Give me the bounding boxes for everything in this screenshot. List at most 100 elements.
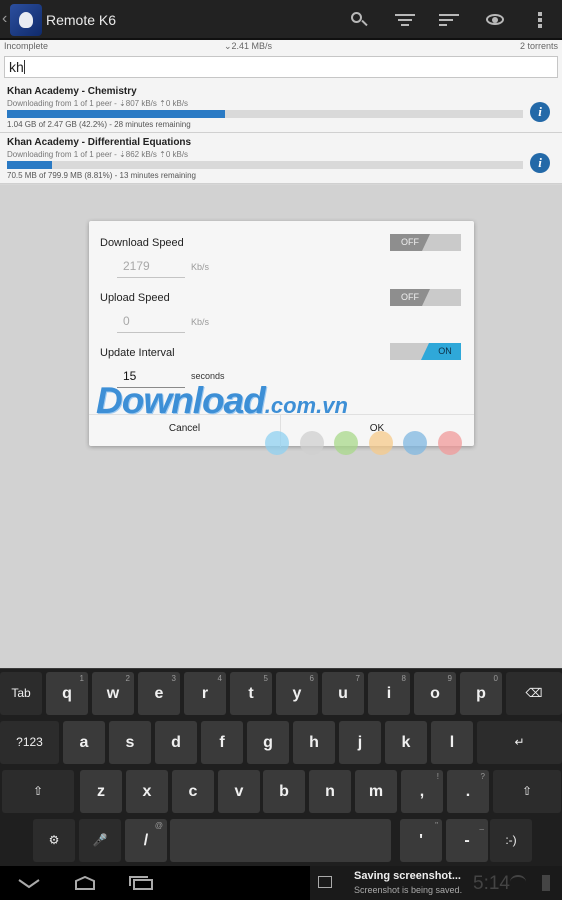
chevron-left-icon[interactable]: ‹ — [2, 10, 7, 28]
key-v[interactable]: v — [218, 770, 260, 813]
home-nav-icon[interactable] — [72, 876, 98, 890]
key-hint: 7 — [355, 674, 360, 683]
overflow-menu-icon[interactable] — [530, 10, 552, 30]
image-icon — [318, 876, 332, 888]
key-u[interactable]: u7 — [322, 672, 364, 715]
key-label: / — [143, 832, 149, 849]
upload-speed-toggle[interactable]: OFF — [390, 289, 461, 306]
shift-key[interactable]: ⇧ — [2, 770, 74, 813]
shift-key[interactable]: ⇧ — [493, 770, 561, 813]
torrent-meta: 70.5 MB of 799.9 MB (8.81%) - 13 minutes… — [7, 171, 196, 180]
key-f[interactable]: f — [201, 721, 243, 764]
sort-icon[interactable] — [438, 10, 460, 30]
app-logo[interactable] — [10, 4, 42, 36]
key-hint: ! — [436, 772, 439, 781]
key-label: ' — [419, 832, 423, 849]
key-label: v — [234, 783, 244, 800]
screenshot-notification[interactable]: Saving screenshot... Screenshot is being… — [310, 866, 562, 900]
key-x[interactable]: x — [126, 770, 168, 813]
recents-nav-icon[interactable] — [128, 876, 154, 890]
dash-key[interactable]: - _ — [446, 819, 488, 862]
search-input[interactable]: kh — [4, 56, 558, 78]
download-speed-input[interactable]: 2179 — [117, 256, 185, 278]
key-label: u — [338, 685, 348, 702]
key-g[interactable]: g — [247, 721, 289, 764]
search-value: kh — [9, 59, 24, 75]
symbols-key[interactable]: ?123 — [0, 721, 59, 764]
key-i[interactable]: i8 — [368, 672, 410, 715]
key-hint: 2 — [125, 674, 130, 683]
upload-speed-unit: Kb/s — [191, 317, 210, 327]
filter-label[interactable]: Incomplete — [4, 41, 48, 51]
key-m[interactable]: m — [355, 770, 397, 813]
info-icon[interactable]: i — [530, 102, 550, 122]
apostrophe-key[interactable]: ' " — [400, 819, 442, 862]
toggle-state: ON — [421, 343, 461, 360]
search-icon[interactable] — [348, 10, 370, 30]
key-hint: 6 — [309, 674, 314, 683]
key-o[interactable]: o9 — [414, 672, 456, 715]
upload-speed-input[interactable]: 0 — [117, 311, 185, 333]
key-y[interactable]: y6 — [276, 672, 318, 715]
eye-icon[interactable] — [484, 10, 506, 30]
torrent-status: Downloading from 1 of 1 peer - ⇣807 kB/s… — [7, 99, 189, 108]
key-b[interactable]: b — [263, 770, 305, 813]
key-z[interactable]: z — [80, 770, 122, 813]
key-n[interactable]: n — [309, 770, 351, 813]
key-w[interactable]: w2 — [92, 672, 134, 715]
key-label: e — [154, 685, 164, 702]
key-label: j — [357, 734, 363, 751]
key-e[interactable]: e3 — [138, 672, 180, 715]
key-hint: 8 — [401, 674, 406, 683]
watermark-dot — [437, 431, 462, 455]
key-c[interactable]: c — [172, 770, 214, 813]
key-q[interactable]: q1 — [46, 672, 88, 715]
key-j[interactable]: j — [339, 721, 381, 764]
key-hint: 0 — [493, 674, 498, 683]
download-speed-unit: Kb/s — [191, 262, 210, 272]
key-s[interactable]: s — [109, 721, 151, 764]
key-label: k — [401, 734, 411, 751]
microphone-key[interactable]: 🎤 — [79, 819, 121, 862]
smiley-key[interactable]: :-) — [490, 819, 532, 862]
key-label: f — [219, 734, 225, 751]
key-r[interactable]: r4 — [184, 672, 226, 715]
key-k[interactable]: k — [385, 721, 427, 764]
watermark-domain: .com.vn — [264, 393, 348, 418]
watermark-dot — [265, 431, 289, 455]
progress-bar — [7, 161, 523, 169]
key-l[interactable]: l — [431, 721, 473, 764]
key-t[interactable]: t5 — [230, 672, 272, 715]
slash-key[interactable]: / @ — [125, 819, 167, 862]
watermark-dot — [403, 431, 427, 455]
key-a[interactable]: a — [63, 721, 105, 764]
update-interval-toggle[interactable]: ON — [390, 343, 461, 360]
key-d[interactable]: d — [155, 721, 197, 764]
enter-key[interactable]: ↵ — [477, 721, 562, 764]
text-caret — [23, 60, 25, 74]
key-label: o — [430, 685, 440, 702]
tab-key[interactable]: Tab — [0, 672, 42, 715]
key-label: x — [142, 783, 152, 800]
space-bar[interactable] — [170, 819, 391, 862]
key-p[interactable]: p0 — [460, 672, 502, 715]
key-h[interactable]: h — [293, 721, 335, 764]
settings-key[interactable]: ⚙ — [33, 819, 75, 862]
download-speed-toggle[interactable]: OFF — [390, 234, 461, 251]
backspace-key[interactable]: ⌫ — [506, 672, 562, 715]
torrent-item[interactable]: Khan Academy - Differential Equations Do… — [0, 133, 562, 184]
info-icon[interactable]: i — [530, 153, 550, 173]
comma-key[interactable]: ,! — [401, 770, 443, 813]
key-label: 🎤 — [92, 833, 108, 847]
back-nav-icon[interactable] — [18, 876, 40, 890]
key-label: w — [106, 685, 120, 702]
key-label: s — [125, 734, 135, 751]
torrent-item[interactable]: Khan Academy - Chemistry Downloading fro… — [0, 82, 562, 133]
notification-subtitle: Screenshot is being saved. — [354, 885, 463, 895]
filter-icon[interactable] — [394, 10, 416, 30]
key-hint: 5 — [263, 674, 268, 683]
wifi-icon — [510, 875, 526, 889]
period-key[interactable]: .? — [447, 770, 489, 813]
torrent-count: 2 torrents — [519, 41, 558, 51]
watermark-dot — [299, 431, 324, 455]
